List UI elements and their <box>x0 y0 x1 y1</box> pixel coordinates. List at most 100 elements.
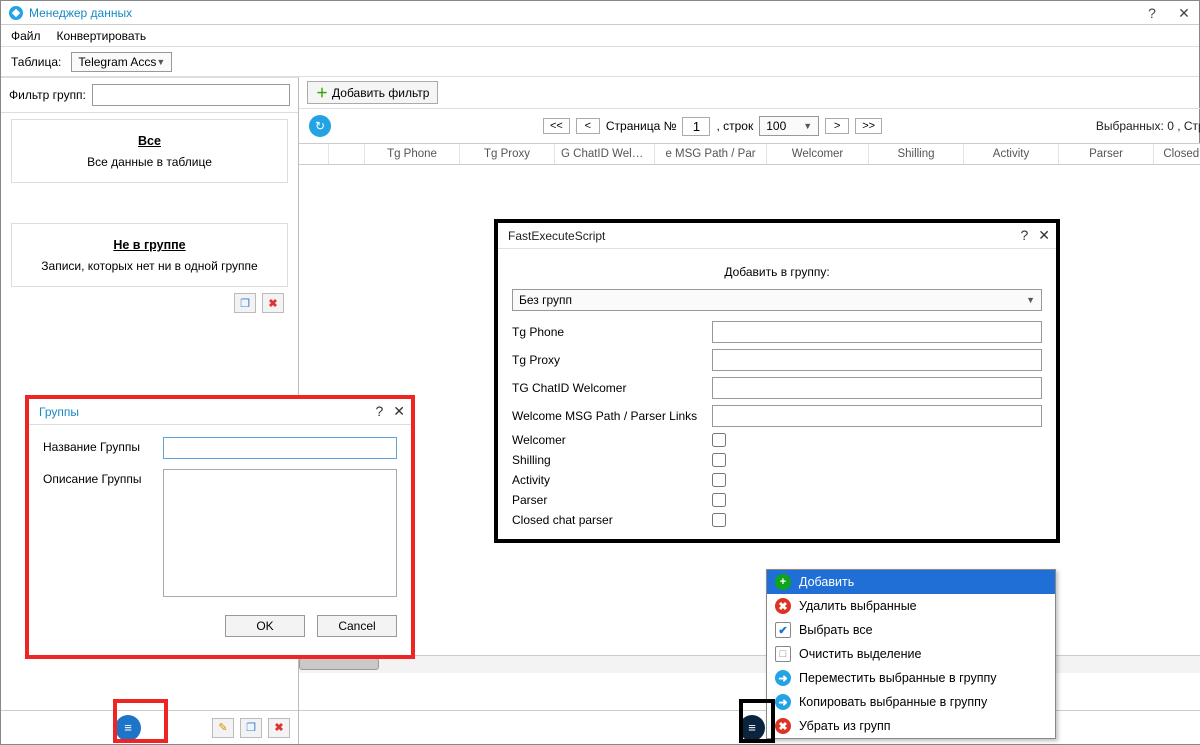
col-tg-proxy[interactable]: Tg Proxy <box>460 144 555 164</box>
col-chatid[interactable]: G ChatID Welcome <box>555 144 655 164</box>
delete-button-2[interactable]: ✖ <box>268 718 290 738</box>
fes-dialog-title: FastExecuteScript <box>508 229 605 243</box>
fes-dialog-help[interactable]: ? <box>1020 227 1028 244</box>
fes-group-value: Без групп <box>519 293 572 307</box>
col-tg-phone[interactable]: Tg Phone <box>365 144 460 164</box>
fes-dialog-close[interactable]: ✕ <box>1038 227 1050 244</box>
fes-text-input[interactable] <box>712 321 1042 343</box>
fes-field-label: Tg Phone <box>512 325 712 339</box>
fes-checkbox[interactable] <box>712 473 726 487</box>
refresh-button[interactable]: ↻ <box>309 115 331 137</box>
fes-header: Добавить в группу: <box>512 259 1042 289</box>
ctx-item-1[interactable]: ✖ Удалить выбранные <box>767 594 1055 618</box>
group-name-input[interactable] <box>163 437 397 459</box>
table-label: Таблица: <box>11 55 61 69</box>
group-nogroup[interactable]: Не в группе Записи, которых нет ни в одн… <box>11 223 288 287</box>
page-first[interactable]: << <box>543 118 570 134</box>
ctx-item-label: Выбрать все <box>799 623 873 637</box>
groups-dialog: Группы ? ✕ Название Группы Описание Груп… <box>25 395 415 659</box>
context-menu: +Добавить ✖ Удалить выбранные ✔ Выбрать все □… <box>766 569 1056 739</box>
ctx-item-6[interactable]: ✖Убрать из групп <box>767 714 1055 738</box>
group-filter-input[interactable] <box>92 84 290 106</box>
pager: ↻ << < Страница № , строк 100 ▼ > >> Выб… <box>299 109 1200 143</box>
ok-button[interactable]: OK <box>225 615 305 637</box>
add-filter-label: Добавить фильтр <box>332 86 429 100</box>
page-next[interactable]: > <box>825 118 849 134</box>
clear-icon: □ <box>775 646 791 662</box>
help-button[interactable]: ? <box>1143 4 1161 22</box>
fes-text-input[interactable] <box>712 349 1042 371</box>
chevron-down-icon: ▼ <box>1026 295 1035 305</box>
groups-dialog-close[interactable]: ✕ <box>393 403 405 420</box>
ctx-item-2[interactable]: ✔ Выбрать все <box>767 618 1055 642</box>
ctx-item-5[interactable]: ➜Копировать выбранные в группу <box>767 690 1055 714</box>
rows-select[interactable]: 100 ▼ <box>759 116 819 136</box>
col-shilling[interactable]: Shilling <box>869 144 964 164</box>
fes-checkbox[interactable] <box>712 433 726 447</box>
col-welcomer[interactable]: Welcomer <box>767 144 869 164</box>
plus-icon: ＋ <box>316 84 328 101</box>
page-prev[interactable]: < <box>576 118 600 134</box>
fes-text-input[interactable] <box>712 377 1042 399</box>
fes-field-8: Closed chat parser <box>512 513 1042 527</box>
ctx-item-4[interactable]: ➜Переместить выбранные в группу <box>767 666 1055 690</box>
header-checkbox[interactable] <box>299 144 329 164</box>
app-icon <box>9 6 23 20</box>
groups-dialog-title: Группы <box>39 405 79 419</box>
col-activity[interactable]: Activity <box>964 144 1059 164</box>
fes-field-label: Shilling <box>512 453 712 467</box>
fes-checkbox[interactable] <box>712 493 726 507</box>
right-list-menu-button[interactable]: ≡ <box>739 715 765 741</box>
menu-bar: Файл Конвертировать <box>1 25 1199 47</box>
scroll-thumb[interactable] <box>299 658 379 670</box>
fes-text-input[interactable] <box>712 405 1042 427</box>
chevron-down-icon: ▼ <box>803 121 812 131</box>
groups-dialog-help[interactable]: ? <box>375 403 383 420</box>
fes-checkbox[interactable] <box>712 453 726 467</box>
fes-checkbox[interactable] <box>712 513 726 527</box>
group-all[interactable]: Все Все данные в таблице <box>11 119 288 183</box>
copy-button-2[interactable]: ❐ <box>240 718 262 738</box>
cancel-button[interactable]: Cancel <box>317 615 397 637</box>
horizontal-scrollbar[interactable] <box>299 655 1200 673</box>
group-desc-input[interactable] <box>163 469 397 597</box>
col-msgpath[interactable]: e MSG Path / Par <box>655 144 767 164</box>
table-select[interactable]: Telegram Accs ▼ <box>71 52 172 72</box>
fes-field-7: Parser <box>512 493 1042 507</box>
ctx-item-label: Удалить выбранные <box>799 599 917 613</box>
fes-group-select[interactable]: Без групп ▼ <box>512 289 1042 311</box>
header-rownum <box>329 144 365 164</box>
sidebar-bottom-toolbar: ≡ ✎ ❐ ✖ <box>1 710 298 744</box>
table-select-value: Telegram Accs <box>78 55 156 69</box>
menu-file[interactable]: Файл <box>11 29 41 43</box>
check-icon: ✔ <box>775 622 791 638</box>
col-parser[interactable]: Parser <box>1059 144 1154 164</box>
ctx-item-0[interactable]: +Добавить <box>767 570 1055 594</box>
ctx-item-3[interactable]: □Очистить выделение <box>767 642 1055 666</box>
row-stats: Выбранных: 0 , Строк: 0 <box>1096 119 1200 133</box>
del-icon: ✖ <box>775 598 791 614</box>
fastexecute-dialog: FastExecuteScript ? ✕ Добавить в группу:… <box>494 219 1060 543</box>
window-titlebar: Менеджер данных ? ✕ <box>1 1 1199 25</box>
copy-groups-button[interactable]: ❐ <box>234 293 256 313</box>
group-filter-row: Фильтр групп: <box>1 78 298 113</box>
col-closedchat[interactable]: Closed chat p <box>1154 144 1200 164</box>
group-nogroup-desc: Записи, которых нет ни в одной группе <box>22 258 277 274</box>
close-button[interactable]: ✕ <box>1175 4 1193 22</box>
group-filter-label: Фильтр групп: <box>9 88 86 102</box>
ctx-item-label: Добавить <box>799 575 854 589</box>
fes-field-5: Shilling <box>512 453 1042 467</box>
fes-field-1: Tg Proxy <box>512 349 1042 371</box>
edit-button[interactable]: ✎ <box>212 718 234 738</box>
fes-field-4: Welcomer <box>512 433 1042 447</box>
menu-convert[interactable]: Конвертировать <box>57 29 147 43</box>
fes-field-label: Activity <box>512 473 712 487</box>
fes-field-label: Tg Proxy <box>512 353 712 367</box>
page-input[interactable] <box>682 117 710 136</box>
list-menu-button[interactable]: ≡ <box>115 715 141 741</box>
delete-group-button[interactable]: ✖ <box>262 293 284 313</box>
ctx-item-label: Копировать выбранные в группу <box>799 695 987 709</box>
fes-field-2: TG ChatID Welcomer <box>512 377 1042 399</box>
page-last[interactable]: >> <box>855 118 882 134</box>
add-filter-button[interactable]: ＋ Добавить фильтр <box>307 81 438 104</box>
